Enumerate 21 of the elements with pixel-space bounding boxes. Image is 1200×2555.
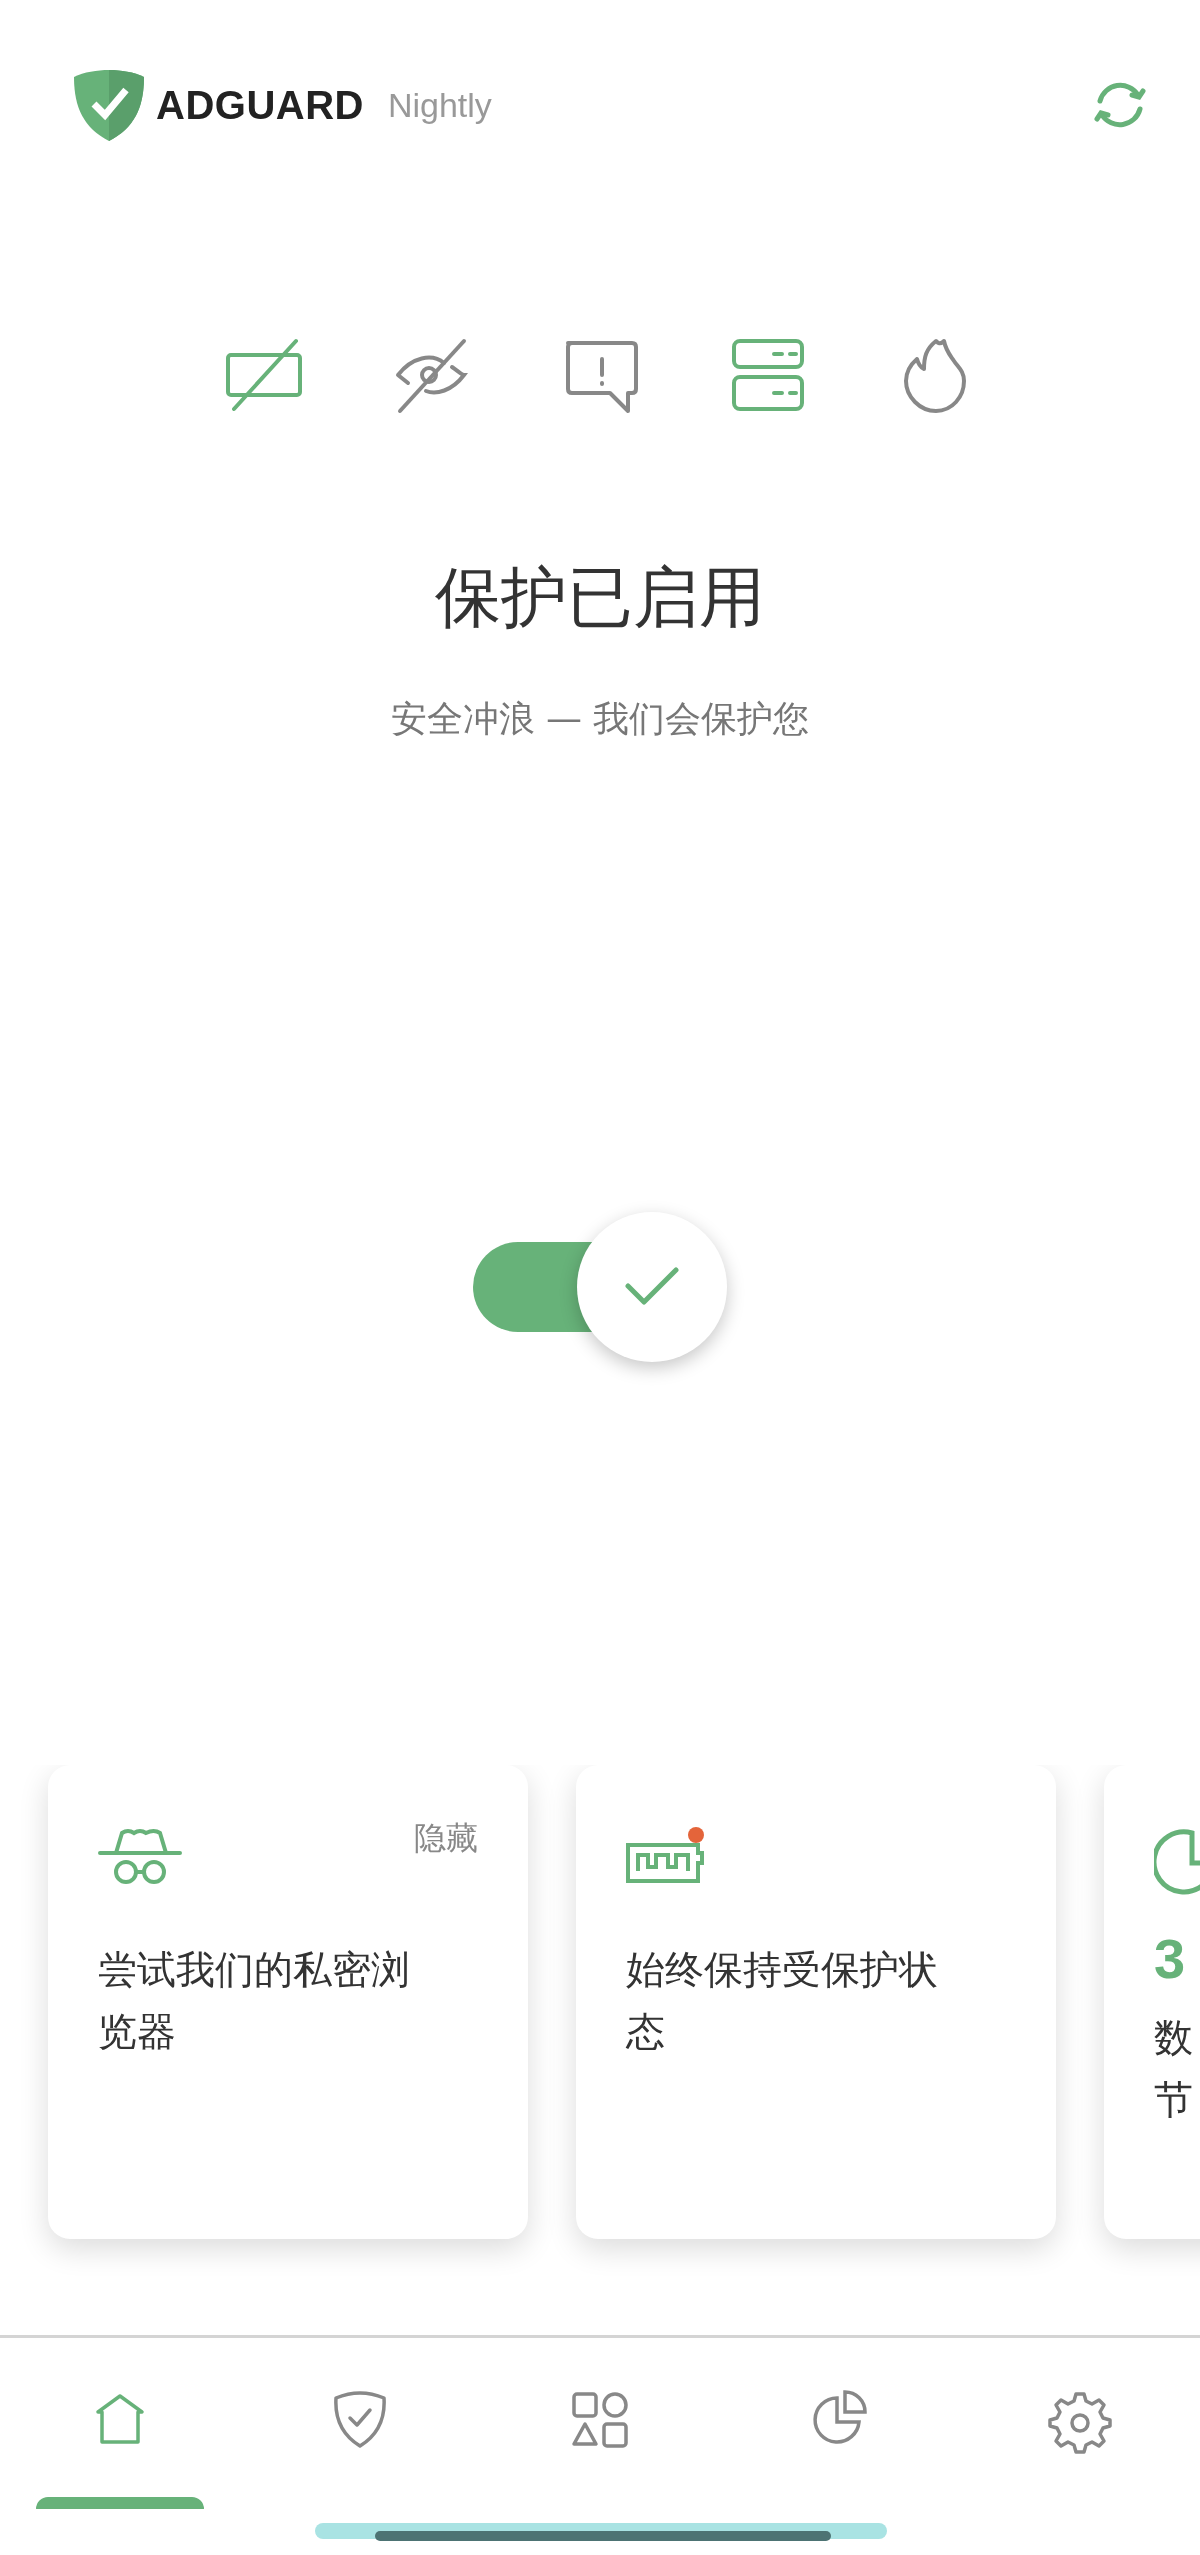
card-text: 尝试我们的私密浏览器 [98,1946,411,2056]
shield-check-icon[interactable] [332,2390,388,2450]
stats-value: 3 [1154,1931,1187,1987]
edition-label: Nightly [387,85,492,125]
card-background[interactable]: 隐藏 尝试我们的私密浏览器 [48,1765,528,2239]
hide-link[interactable]: 隐藏 [414,1817,478,1861]
protection-toggle[interactable] [473,1212,727,1362]
card-text: 节 [1154,2076,1193,2124]
status-subtitle: 安全冲浪 — 我们会保护您 [390,701,810,737]
settings-icon[interactable] [1048,2390,1112,2454]
check-icon [624,1266,680,1308]
pie-chart-icon [1154,1827,1200,1897]
card-text: 始终保持受保护状态 [626,1946,939,2056]
card-text: 数 [1154,2014,1193,2062]
card-background[interactable]: 始终保持受保护状态 [576,1765,1056,2239]
incognito-icon [98,1827,182,1885]
brand-name: ADGUARD [156,82,364,128]
protection-status-title: 保护已启用 [435,565,765,631]
shield-logo-icon [72,68,146,142]
apps-icon[interactable] [570,2390,630,2450]
card-background[interactable]: 3 数 节 [1104,1765,1200,2239]
